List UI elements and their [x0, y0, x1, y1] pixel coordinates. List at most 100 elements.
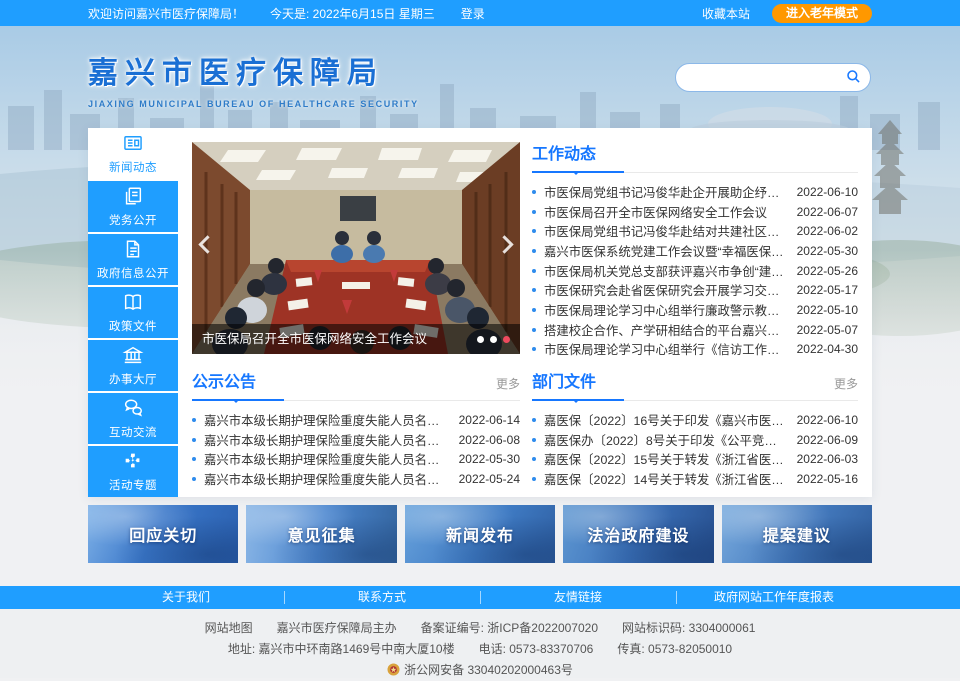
sidebar-item-label: 互动交流 — [109, 424, 157, 440]
search-icon — [845, 68, 862, 85]
more-link[interactable]: 更多 — [834, 375, 858, 400]
news-item[interactable]: 嘉兴市本级长期护理保险重度失能人员名单公示（2... 2022-05-24 — [192, 469, 520, 489]
sidebar-item-policy-files[interactable]: 政策文件 — [88, 287, 178, 338]
news-item[interactable]: 搭建校企合作、产学研相结合的平台嘉兴市长期护理...2022-05-07 — [532, 320, 858, 340]
sidebar-item-label: 政府信息公开 — [97, 265, 169, 281]
sidebar-item-service-hall[interactable]: 办事大厅 — [88, 340, 178, 391]
icp-text: 备案证编号: 浙ICP备2022007020 — [421, 621, 598, 635]
section-header: 部门文件 更多 — [532, 368, 858, 401]
site-code-text: 网站标识码: 3304000061 — [622, 621, 755, 635]
elder-mode-button[interactable]: 进入老年模式 — [772, 4, 872, 23]
footer-nav-annual-report[interactable]: 政府网站工作年度报表 — [676, 586, 872, 609]
news-link[interactable]: 嘉兴市医保系统党建工作会议暨“幸福医保”党建联... — [544, 242, 787, 260]
news-item[interactable]: 市医保局党组书记冯俊华赴企开展助企纾困活动2022-06-10 — [532, 182, 858, 202]
search-input[interactable] — [690, 71, 845, 85]
top-bar: 欢迎访问嘉兴市医疗保障局！ 今天是: 2022年6月15日 星期三 登录 收藏本… — [0, 0, 960, 26]
footer-nav-links[interactable]: 友情链接 — [480, 586, 676, 609]
favorite-link[interactable]: 收藏本站 — [702, 5, 750, 22]
carousel-image — [192, 142, 520, 354]
news-date: 2022-06-02 — [797, 224, 858, 238]
news-date: 2022-05-10 — [797, 303, 858, 317]
news-item[interactable]: 市医保局机关党总支部获评嘉兴市争创“建设清廉机...2022-05-26 — [532, 261, 858, 281]
party-affairs-icon — [122, 185, 144, 207]
news-item[interactable]: 市医保研究会赴省医保研究会开展学习交流活动2022-05-17 — [532, 280, 858, 300]
news-link[interactable]: 市医保局机关党总支部获评嘉兴市争创“建设清廉机... — [544, 262, 787, 280]
sidebar-item-special-topics[interactable]: 活动专题 — [88, 446, 178, 497]
footer-nav: 关于我们 联系方式 友情链接 政府网站工作年度报表 — [0, 586, 960, 609]
bullet-icon — [532, 190, 536, 194]
sidebar-item-news[interactable]: 新闻动态 — [88, 128, 178, 179]
news-date: 2022-05-16 — [797, 472, 858, 486]
news-link[interactable]: 嘉医保办〔2022〕8号关于印发《公平竞争审查... — [544, 431, 787, 449]
banner-label: 法治政府建设 — [587, 522, 689, 546]
bullet-icon — [532, 477, 536, 481]
sidebar-item-label: 党务公开 — [109, 212, 157, 228]
news-link[interactable]: 市医保局理论学习中心组举行廉政警示教育专题学习... — [544, 301, 787, 319]
banner-opinion-collection[interactable]: 意见征集 — [246, 505, 396, 563]
news-item[interactable]: 嘉医保〔2022〕14号关于转发《浙江省医疗保... 2022-05-16 — [532, 469, 858, 489]
news-link[interactable]: 嘉兴市本级长期护理保险重度失能人员名单公示（2... — [204, 470, 449, 488]
policy-file-icon — [122, 291, 144, 313]
search-button[interactable] — [845, 68, 862, 88]
news-link[interactable]: 嘉兴市本级长期护理保险重度失能人员名单公示（2... — [204, 411, 449, 429]
news-item[interactable]: 嘉医保办〔2022〕8号关于印发《公平竞争审查...2022-06-09 — [532, 430, 858, 450]
banner-law-government[interactable]: 法治政府建设 — [563, 505, 713, 563]
banner-label: 回应关切 — [129, 522, 197, 546]
banner-respond-concerns[interactable]: 回应关切 — [88, 505, 238, 563]
news-link[interactable]: 市医保局理论学习中心组举行《信访工作条例》专题... — [544, 340, 787, 358]
news-item[interactable]: 市医保局理论学习中心组举行廉政警示教育专题学习... 2022-05-10 — [532, 300, 858, 320]
sidebar-item-label: 政策文件 — [109, 318, 157, 334]
fax-text: 传真: 0573-82050010 — [617, 642, 732, 656]
more-link[interactable]: 更多 — [496, 375, 520, 400]
banner-news-release[interactable]: 新闻发布 — [405, 505, 555, 563]
banner-label: 新闻发布 — [446, 522, 514, 546]
news-item[interactable]: 嘉兴市本级长期护理保险重度失能人员名单公示（2... 2022-06-14 — [192, 410, 520, 430]
section-title: 公示公告 — [192, 368, 256, 400]
login-link[interactable]: 登录 — [461, 5, 485, 22]
news-date: 2022-05-24 — [459, 472, 520, 486]
news-link[interactable]: 搭建校企合作、产学研相结合的平台嘉兴市长期护理... — [544, 321, 787, 339]
banner-label: 提案建议 — [763, 522, 831, 546]
carousel-dot-2[interactable] — [490, 336, 497, 343]
news-link[interactable]: 嘉兴市本级长期护理保险重度失能人员名单公示（2... — [204, 450, 449, 468]
news-link[interactable]: 嘉医保〔2022〕15号关于转发《浙江省医疗保... — [544, 450, 787, 468]
site-logo: 嘉兴市医疗保障局 JIAXING MUNICIPAL BUREAU OF HEA… — [88, 48, 419, 109]
news-item[interactable]: 市医保局理论学习中心组举行《信访工作条例》专题...2022-04-30 — [532, 340, 858, 360]
news-item[interactable]: 嘉兴市本级长期护理保险重度失能人员名单公示（2...2022-06-08 — [192, 430, 520, 450]
news-link[interactable]: 嘉兴市本级长期护理保险重度失能人员名单公示（2... — [204, 431, 449, 449]
section-header: 工作动态 — [532, 140, 858, 173]
footer-nav-contact[interactable]: 联系方式 — [284, 586, 480, 609]
section-dept-files: 部门文件 更多 嘉医保〔2022〕16号关于印发《嘉兴市医疗保...2022-0… — [532, 368, 858, 489]
sitemap-link[interactable]: 网站地图 — [205, 621, 253, 635]
news-link[interactable]: 市医保局召开全市医保网络安全工作会议 — [544, 203, 787, 221]
news-item[interactable]: 嘉医保〔2022〕16号关于印发《嘉兴市医疗保...2022-06-10 — [532, 410, 858, 430]
news-item[interactable]: 市医保局党组书记冯俊华赴结对共建社区指导全国文... 2022-06-02 — [532, 221, 858, 241]
news-link[interactable]: 嘉医保〔2022〕16号关于印发《嘉兴市医疗保... — [544, 411, 787, 429]
news-link[interactable]: 嘉医保〔2022〕14号关于转发《浙江省医疗保... — [544, 470, 787, 488]
news-item[interactable]: 嘉医保〔2022〕15号关于转发《浙江省医疗保...2022-06-03 — [532, 449, 858, 469]
carousel-caption[interactable]: 市医保局召开全市医保网络安全工作会议 — [192, 324, 520, 354]
police-badge-icon — [387, 663, 400, 676]
sidebar-item-gov-info[interactable]: 政府信息公开 — [88, 234, 178, 285]
news-link[interactable]: 市医保局党组书记冯俊华赴企开展助企纾困活动 — [544, 183, 787, 201]
sidebar-item-party-affairs[interactable]: 党务公开 — [88, 181, 178, 232]
footer-nav-about[interactable]: 关于我们 — [88, 586, 284, 609]
carousel-dot-1[interactable] — [477, 336, 484, 343]
banner-proposals[interactable]: 提案建议 — [722, 505, 872, 563]
footer-line-1: 网站地图嘉兴市医疗保障局主办备案证编号: 浙ICP备2022007020网站标识… — [0, 618, 960, 639]
bullet-icon — [532, 229, 536, 233]
news-carousel[interactable]: 市医保局召开全市医保网络安全工作会议 — [192, 142, 520, 354]
sidebar-item-interaction[interactable]: 互动交流 — [88, 393, 178, 444]
news-item[interactable]: 嘉兴市本级长期护理保险重度失能人员名单公示（2...2022-05-30 — [192, 449, 520, 469]
footer-line-2: 地址: 嘉兴市中环南路1469号中南大厦10楼电话: 0573-83370706… — [0, 639, 960, 660]
carousel-dot-3[interactable] — [503, 336, 510, 343]
sidebar-item-label: 新闻动态 — [109, 159, 157, 175]
bullet-icon — [192, 418, 196, 422]
welcome-text: 欢迎访问嘉兴市医疗保障局！ — [88, 5, 244, 22]
bullet-icon — [532, 210, 536, 214]
news-item[interactable]: 嘉兴市医保系统党建工作会议暨“幸福医保”党建联...2022-05-30 — [532, 241, 858, 261]
news-link[interactable]: 市医保研究会赴省医保研究会开展学习交流活动 — [544, 281, 787, 299]
news-link[interactable]: 市医保局党组书记冯俊华赴结对共建社区指导全国文... — [544, 222, 787, 240]
news-date: 2022-06-14 — [459, 413, 520, 427]
news-item[interactable]: 市医保局召开全市医保网络安全工作会议2022-06-07 — [532, 202, 858, 222]
